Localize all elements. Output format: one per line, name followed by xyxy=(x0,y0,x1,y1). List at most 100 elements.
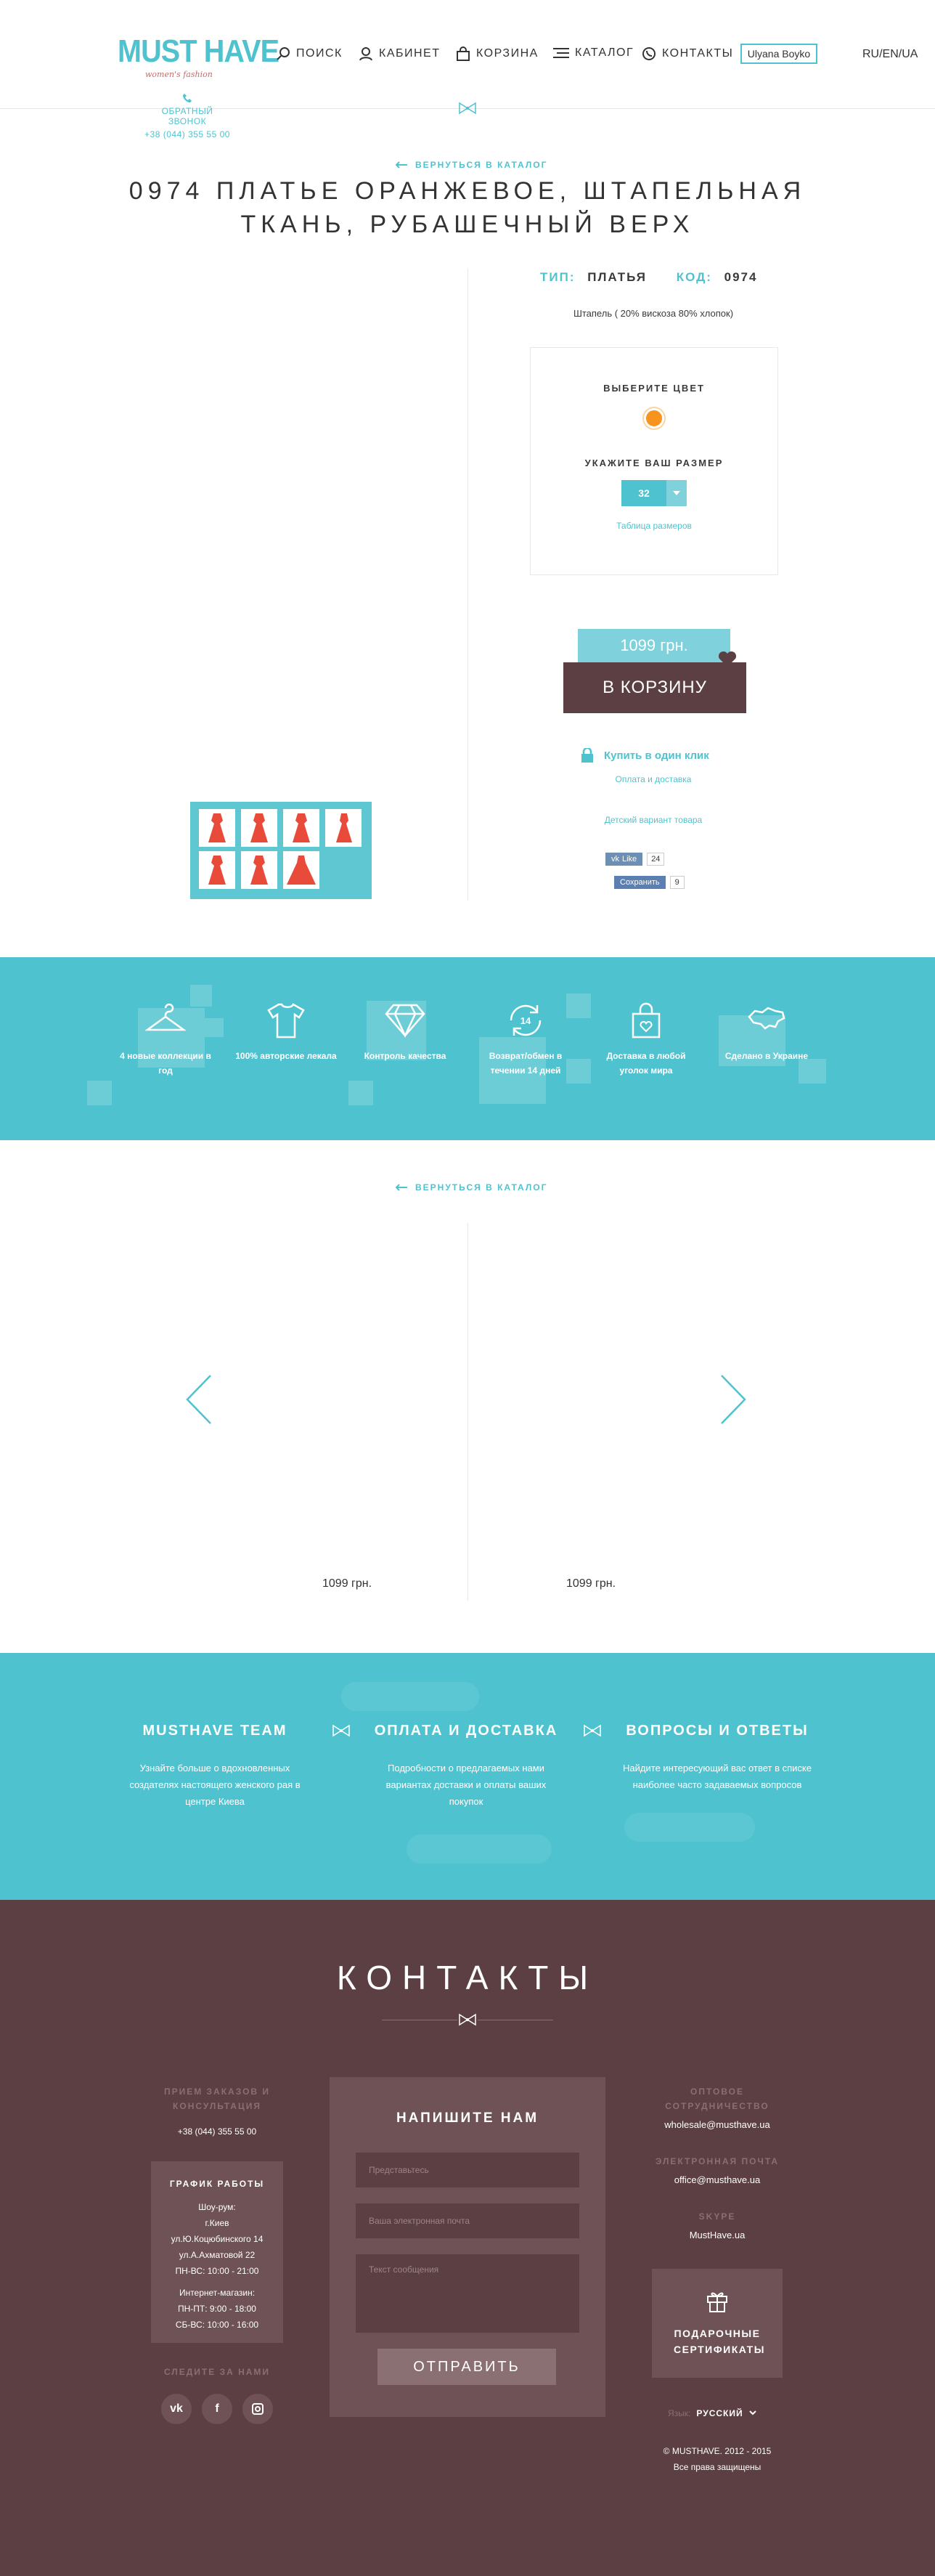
contacts-title: КОНТАКТЫ xyxy=(336,1959,599,1996)
office-email[interactable]: office@musthave.ua xyxy=(645,2174,790,2185)
diamond-icon xyxy=(385,1004,425,1038)
delivery-link[interactable]: Оплата и доставка xyxy=(508,774,799,784)
orders-phone[interactable]: +38 (044) 355 55 00 xyxy=(151,2126,283,2137)
schedule-line: СБ-ВС: 10:00 - 16:00 xyxy=(175,2320,259,2330)
size-select[interactable]: 32 xyxy=(621,480,687,506)
bow-icon xyxy=(584,1724,601,1737)
one-click-buy-link[interactable]: Купить в один клик xyxy=(581,748,709,763)
add-to-cart-button[interactable]: В КОРЗИНУ xyxy=(563,662,746,713)
bow-icon xyxy=(457,2013,478,2026)
contact-form: НАПИШИТЕ НАМ Представьтесь Ваша электрон… xyxy=(330,2077,605,2417)
bag-icon xyxy=(457,46,470,61)
language-switcher[interactable]: RU/EN/UA xyxy=(862,48,918,61)
gift-label: ПОДАРОЧНЫЕ СЕРТИФИКАТЫ xyxy=(674,2328,765,2355)
nav-contacts[interactable]: КОНТАКТЫ xyxy=(642,46,733,61)
color-swatch-orange[interactable] xyxy=(644,408,664,428)
callback-phone: +38 (044) 355 55 00 xyxy=(144,129,230,139)
thumbnail[interactable] xyxy=(325,809,362,847)
faq-link[interactable]: ВОПРОСЫ И ОТВЕТЫ Найдите интересующий ва… xyxy=(623,1723,812,1793)
feature-text: Доставка в любой уголок мира xyxy=(606,1051,686,1076)
message-field[interactable]: Текст сообщения xyxy=(356,2254,579,2333)
thumbnail[interactable] xyxy=(283,809,319,847)
thumbnail[interactable] xyxy=(283,851,319,889)
schedule-line: Интернет-магазин: xyxy=(179,2288,256,2298)
team-link[interactable]: MUSTHAVE TEAM Узнайте больше о вдохновле… xyxy=(121,1723,309,1810)
price-display: 1099 грн. xyxy=(578,629,730,662)
search-icon xyxy=(277,47,290,60)
instagram-icon[interactable] xyxy=(242,2394,273,2424)
one-click-label: Купить в один клик xyxy=(604,749,709,762)
nav-search-label: ПОИСК xyxy=(296,47,343,60)
related-price: 1099 грн. xyxy=(322,1577,372,1590)
callback-label: ОБРАТНЫЙ ЗВОНОК xyxy=(161,106,213,126)
email-field[interactable]: Ваша электронная почта xyxy=(356,2203,579,2238)
schedule-line: ПН-ПТ: 9:00 - 18:00 xyxy=(178,2304,256,2314)
team-title: MUSTHAVE TEAM xyxy=(142,1723,287,1739)
back-to-catalog-link-2[interactable]: ВЕРНУТЬСЯ В КАТАЛОГ xyxy=(395,1182,547,1192)
wholesale-email[interactable]: wholesale@musthave.ua xyxy=(645,2119,790,2130)
vk-icon[interactable]: vk xyxy=(161,2394,192,2424)
carousel-next-icon[interactable] xyxy=(719,1374,748,1425)
feature-text: Сделано в Украине xyxy=(724,1051,809,1061)
logo[interactable]: MUST HAVE xyxy=(118,33,279,70)
thumbnail[interactable] xyxy=(241,809,277,847)
nav-cabinet-label: КАБИНЕТ xyxy=(379,47,441,60)
product-title-line1: 0974 ПЛАТЬЕ ОРАНЖЕВОЕ, ШТАПЕЛЬНАЯ xyxy=(128,177,807,205)
kids-variant-link[interactable]: Детский вариант товара xyxy=(508,815,799,825)
language-value: РУССКИЙ xyxy=(696,2408,743,2418)
save-widget[interactable]: Сохранить 9 xyxy=(614,876,685,889)
chevron-down-icon[interactable] xyxy=(666,480,687,506)
feature-text: 4 новые коллекции в год xyxy=(120,1051,211,1076)
vk-like-button[interactable]: vk Like xyxy=(605,853,643,866)
logo-tagline: women's fashion xyxy=(145,70,213,79)
callback-link[interactable]: ОБРАТНЫЙ ЗВОНОК +38 (044) 355 55 00 xyxy=(144,94,231,139)
facebook-icon[interactable]: f xyxy=(202,2394,232,2424)
feature-text: Контроль качества xyxy=(364,1051,446,1061)
features-band: 4 новые коллекции в год 100% авторские л… xyxy=(0,957,935,1140)
faq-text: Найдите интересующий вас ответ в списке … xyxy=(623,1763,812,1790)
send-button[interactable]: ОТПРАВИТЬ xyxy=(377,2349,556,2385)
save-count: 9 xyxy=(669,876,685,889)
save-button[interactable]: Сохранить xyxy=(614,876,666,889)
thumbnail[interactable] xyxy=(199,809,235,847)
feature-collections: 4 новые коллекции в год xyxy=(115,1002,216,1078)
hanger-icon xyxy=(145,1003,186,1031)
return-14-icon: 14 xyxy=(510,1004,542,1036)
shirt-icon xyxy=(267,1003,305,1039)
carousel-prev-icon[interactable] xyxy=(184,1374,213,1425)
material-text: Штапель ( 20% вискоза 80% хлопок) xyxy=(573,308,734,319)
delivery-info-link[interactable]: ОПЛАТА И ДОСТАВКА Подробности о предлага… xyxy=(372,1723,560,1810)
language-select[interactable]: Язык: РУССКИЙ xyxy=(668,2408,756,2418)
nav-cart[interactable]: КОРЗИНА xyxy=(456,46,539,61)
bag-heart-icon xyxy=(632,1002,661,1039)
delivery-text: Подробности о предлагаемых нами варианта… xyxy=(385,1763,547,1807)
feature-text: Возврат/обмен в течении 14 дней xyxy=(489,1051,563,1076)
user-account-button[interactable]: Ulyana Boyko xyxy=(740,44,817,64)
nav-cabinet[interactable]: КАБИНЕТ xyxy=(359,46,441,61)
name-field[interactable]: Представьтесь xyxy=(356,2153,579,2187)
site-header: MUST HAVE women's fashion ПОИСК КАБИНЕТ … xyxy=(0,0,935,115)
gift-certificates-button[interactable]: ПОДАРОЧНЫЕ СЕРТИФИКАТЫ xyxy=(652,2269,783,2378)
rights-text: Все права защищены xyxy=(673,2462,762,2472)
skype-label: SKYPE xyxy=(698,2211,736,2222)
type-label: ТИП: xyxy=(540,270,576,284)
nav-cart-label: КОРЗИНА xyxy=(476,47,539,60)
related-price: 1099 грн. xyxy=(566,1577,616,1590)
gift-icon xyxy=(707,2292,727,2312)
back-label: ВЕРНУТЬСЯ В КАТАЛОГ xyxy=(415,160,548,170)
bow-icon xyxy=(332,1724,350,1737)
language-label: Язык: xyxy=(668,2408,691,2418)
nav-search[interactable]: ПОИСК xyxy=(276,46,343,61)
vk-like-widget[interactable]: vk Like 24 xyxy=(605,853,665,866)
back-label: ВЕРНУТЬСЯ В КАТАЛОГ xyxy=(415,1182,548,1192)
nav-catalog[interactable]: КАТАЛОГ xyxy=(553,46,634,60)
lock-icon xyxy=(581,748,593,763)
feature-patterns: 100% авторские лекала xyxy=(235,1002,337,1063)
thumbnail[interactable] xyxy=(199,851,235,889)
feature-quality: Контроль качества xyxy=(354,1002,456,1063)
size-table-link[interactable]: Таблица размеров xyxy=(531,521,777,531)
skype-value[interactable]: MustHave.ua xyxy=(645,2230,790,2240)
product-gallery[interactable] xyxy=(190,802,372,899)
back-to-catalog-link[interactable]: ВЕРНУТЬСЯ В КАТАЛОГ xyxy=(395,160,547,170)
thumbnail[interactable] xyxy=(241,851,277,889)
